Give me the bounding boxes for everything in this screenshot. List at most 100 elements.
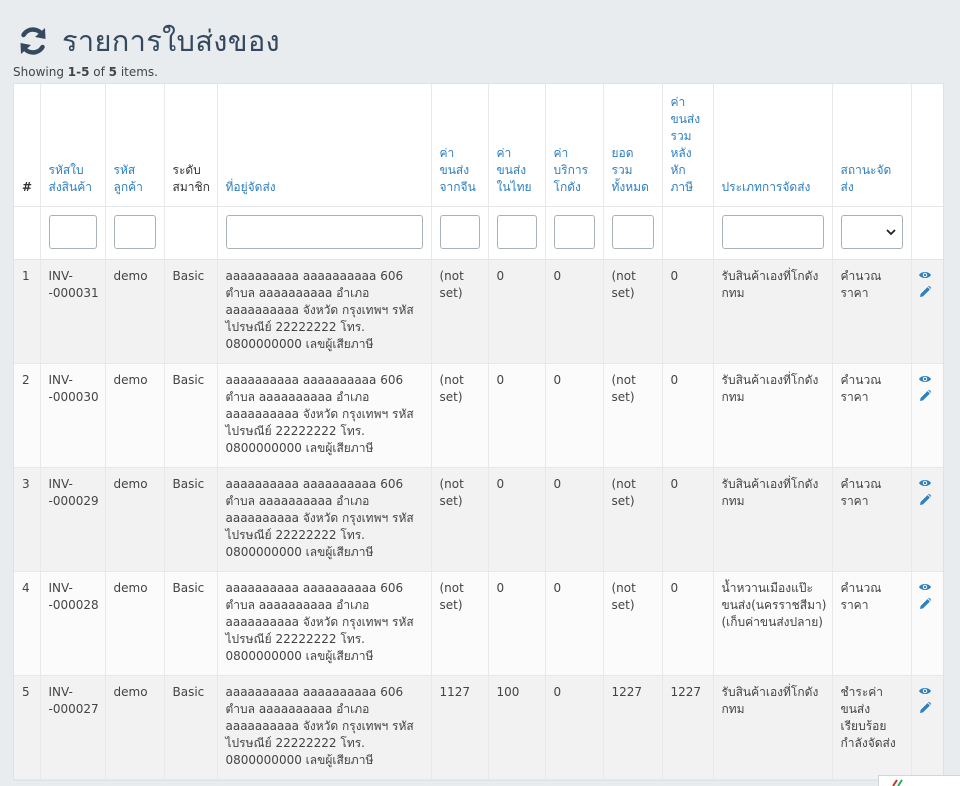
delivery-type-cell: รับสินค้าเองที่โกดังกทม: [713, 675, 833, 780]
sort-after-tax-link[interactable]: ค่าขนส่งรวมหลังหักภาษี: [671, 95, 701, 194]
total-amount-cell: 1227: [603, 675, 663, 780]
eye-icon[interactable]: [918, 580, 932, 594]
corner-widget: [878, 775, 960, 786]
delivery-status-cell: คำนวณราคา: [832, 363, 912, 468]
col-thai-shipping-header[interactable]: ค่าขนส่งในไทย: [488, 84, 546, 207]
member-level-cell: Basic: [164, 467, 218, 572]
pencil-icon[interactable]: [918, 493, 932, 507]
warehouse-fee-cell: 0: [545, 363, 604, 468]
sort-total-link[interactable]: ยอดรวมทั้งหมด: [612, 146, 649, 194]
thai-shipping-cell: 0: [488, 571, 546, 676]
col-after-tax-header[interactable]: ค่าขนส่งรวมหลังหักภาษี: [662, 84, 714, 207]
invoice-code-cell: INV--000031: [40, 259, 106, 364]
sort-customer-link[interactable]: รหัสลูกค้า: [114, 163, 143, 194]
total-amount-cell: (not set): [603, 259, 663, 364]
pencil-icon[interactable]: [918, 597, 932, 611]
sort-delivery-type-link[interactable]: ประเภทการจัดส่ง: [722, 180, 811, 194]
invoice-filter-input[interactable]: [48, 215, 97, 249]
delivery-status-cell: คำนวณราคา: [832, 259, 912, 364]
table-row: 4 INV--000028 demo Basic aaaaaaaaaa aaaaaaaa…: [14, 571, 943, 676]
china-shipping-cell: 1127: [431, 675, 489, 780]
member-level-cell: Basic: [164, 259, 218, 364]
delivery-type-filter-input[interactable]: [721, 215, 824, 249]
invoice-code-cell: INV--000029: [40, 467, 106, 572]
sort-status-link[interactable]: สถานะจัดส่ง: [841, 163, 892, 194]
sort-warehouse-fee-link[interactable]: ค่าบริการโกดัง: [554, 146, 589, 194]
invoice-code-cell: INV--000027: [40, 675, 106, 780]
col-customer-header[interactable]: รหัสลูกค้า: [105, 84, 165, 207]
summary-total: 5: [108, 65, 117, 79]
col-delivery-type-header[interactable]: ประเภทการจัดส่ง: [713, 84, 833, 207]
table-row: 3 INV--000029 demo Basic aaaaaaaaaa aaaaaaaa…: [14, 467, 943, 572]
invoice-grid: # รหัสใบส่งสินค้า รหัสลูกค้า ระดับสมาชิก…: [13, 83, 944, 781]
eye-icon[interactable]: [918, 476, 932, 490]
col-total-header[interactable]: ยอดรวมทั้งหมด: [603, 84, 663, 207]
member-level-cell: Basic: [164, 675, 218, 780]
total-filter-input[interactable]: [611, 215, 654, 249]
member-level-cell: Basic: [164, 571, 218, 676]
row-num-cell: 2: [14, 363, 41, 468]
thai-shipping-cell: 100: [488, 675, 546, 780]
customer-code-cell: demo: [105, 675, 165, 780]
col-address-header[interactable]: ที่อยู่จัดส่ง: [217, 84, 432, 207]
pencil-icon[interactable]: [918, 389, 932, 403]
row-num-cell: 1: [14, 259, 41, 364]
china-shipping-cell: (not set): [431, 363, 489, 468]
total-amount-cell: (not set): [603, 363, 663, 468]
col-invoice-header[interactable]: รหัสใบส่งสินค้า: [40, 84, 106, 207]
row-num-cell: 4: [14, 571, 41, 676]
sort-invoice-link[interactable]: รหัสใบส่งสินค้า: [49, 163, 92, 194]
after-tax-shipping-cell: 0: [662, 571, 714, 676]
thai-shipping-filter-input[interactable]: [496, 215, 537, 249]
customer-code-cell: demo: [105, 363, 165, 468]
warehouse-fee-cell: 0: [545, 675, 604, 780]
total-amount-cell: (not set): [603, 571, 663, 676]
warehouse-fee-filter-input[interactable]: [553, 215, 595, 249]
row-actions: [911, 363, 943, 468]
sort-address-link[interactable]: ที่อยู่จัดส่ง: [226, 180, 276, 194]
col-warehouse-fee-header[interactable]: ค่าบริการโกดัง: [545, 84, 604, 207]
invoice-code-cell: INV--000030: [40, 363, 106, 468]
eye-icon[interactable]: [918, 268, 932, 282]
delivery-type-cell: รับสินค้าเองที่โกดังกทม: [713, 467, 833, 572]
row-num-cell: 5: [14, 675, 41, 780]
customer-code-cell: demo: [105, 259, 165, 364]
customer-code-cell: demo: [105, 467, 165, 572]
china-shipping-cell: (not set): [431, 259, 489, 364]
after-tax-shipping-cell: 1227: [662, 675, 714, 780]
sort-china-shipping-link[interactable]: ค่าขนส่งจากจีน: [440, 146, 476, 194]
china-shipping-cell: (not set): [431, 467, 489, 572]
col-status-header[interactable]: สถานะจัดส่ง: [832, 84, 912, 207]
delivery-status-cell: คำนวณราคา: [832, 467, 912, 572]
col-china-shipping-header[interactable]: ค่าขนส่งจากจีน: [431, 84, 489, 207]
thai-shipping-cell: 0: [488, 259, 546, 364]
eye-icon[interactable]: [918, 684, 932, 698]
address-filter-input[interactable]: [225, 215, 423, 249]
warehouse-fee-cell: 0: [545, 259, 604, 364]
warehouse-fee-cell: 0: [545, 571, 604, 676]
eye-icon[interactable]: [918, 372, 932, 386]
invoice-table: # รหัสใบส่งสินค้า รหัสลูกค้า ระดับสมาชิก…: [14, 84, 943, 780]
pencil-icon[interactable]: [918, 285, 932, 299]
row-actions: [911, 675, 943, 780]
col-actions-header: [911, 84, 943, 207]
sort-thai-shipping-link[interactable]: ค่าขนส่งในไทย: [497, 146, 532, 194]
after-tax-shipping-cell: 0: [662, 467, 714, 572]
shipping-address-cell: aaaaaaaaaa aaaaaaaaaa 606 ตำบล aaaaaaaaa…: [217, 259, 432, 364]
col-num-header: #: [14, 84, 41, 207]
shipping-address-cell: aaaaaaaaaa aaaaaaaaaa 606 ตำบล aaaaaaaaa…: [217, 467, 432, 572]
delivery-status-cell: ชำระค่าขนส่งเรียบร้อย กำลังจัดส่ง: [832, 675, 912, 780]
row-actions: [911, 467, 943, 572]
col-level-header: ระดับสมาชิก: [164, 84, 218, 207]
delivery-type-cell: รับสินค้าเองที่โกดังกทม: [713, 363, 833, 468]
table-row: 1 INV--000031 demo Basic aaaaaaaaaa aaaaaaaa…: [14, 259, 943, 364]
refresh-icon[interactable]: [16, 24, 50, 58]
summary-range: 1-5: [67, 65, 90, 79]
table-header-row: # รหัสใบส่งสินค้า รหัสลูกค้า ระดับสมาชิก…: [14, 84, 943, 207]
pencil-icon[interactable]: [918, 701, 932, 715]
warehouse-fee-cell: 0: [545, 467, 604, 572]
china-shipping-cell: (not set): [431, 571, 489, 676]
status-filter-select[interactable]: [840, 215, 903, 249]
china-shipping-filter-input[interactable]: [439, 215, 480, 249]
customer-filter-input[interactable]: [113, 215, 156, 249]
